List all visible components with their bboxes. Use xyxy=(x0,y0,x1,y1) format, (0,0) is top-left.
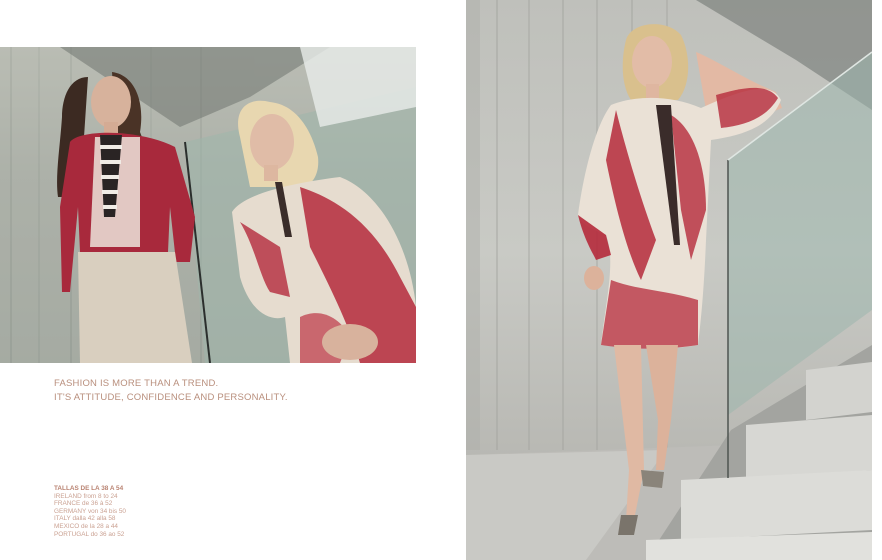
size-line: MEXICO de la 28 a 44 xyxy=(54,522,118,530)
tagline: FASHION IS MORE THAN A TREND. IT'S ATTIT… xyxy=(54,377,288,405)
size-line: ITALY dalla 42 alla 58 xyxy=(54,515,116,523)
two-models-photo xyxy=(0,47,416,363)
catalog-right-page xyxy=(466,0,872,560)
size-line: PORTUGAL do 36 ao 52 xyxy=(54,530,125,538)
tagline-line-2: IT'S ATTITUDE, CONFIDENCE AND PERSONALIT… xyxy=(54,392,288,403)
photo-illustration xyxy=(0,47,416,363)
staircase-model-photo xyxy=(466,0,872,560)
size-line: FRANCE de 36 à 52 xyxy=(54,500,113,508)
size-chart: TALLAS DE LA 38 A 54 IRELAND from 8 to 2… xyxy=(54,485,126,538)
size-line: GERMANY von 34 bis 50 xyxy=(54,507,126,515)
catalog-left-page: FASHION IS MORE THAN A TREND. IT'S ATTIT… xyxy=(0,0,466,560)
size-chart-heading: TALLAS DE LA 38 A 54 xyxy=(54,485,124,492)
tagline-line-1: FASHION IS MORE THAN A TREND. xyxy=(54,378,219,389)
size-line: IRELAND from 8 to 24 xyxy=(54,492,118,500)
